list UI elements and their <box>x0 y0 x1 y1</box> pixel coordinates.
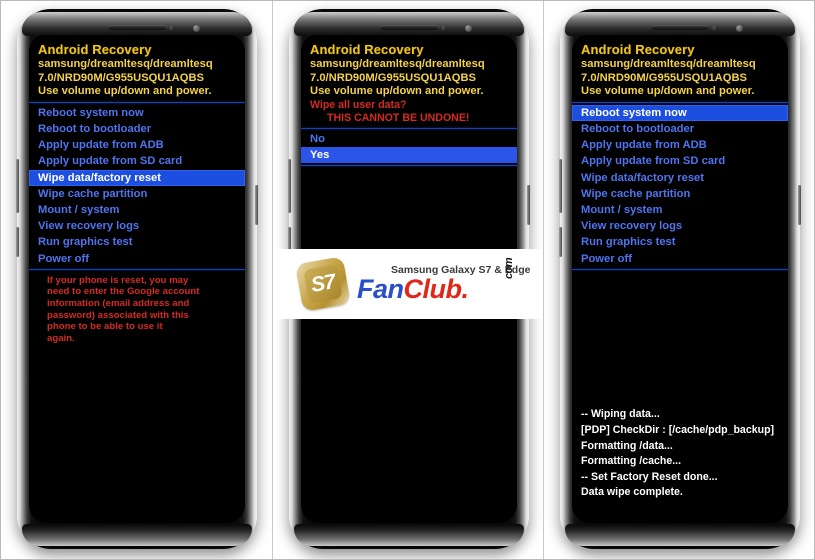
divider-top <box>29 101 245 103</box>
power-button[interactable] <box>527 185 530 225</box>
volume-button[interactable] <box>559 159 562 213</box>
menu-item-wipe-cache-partition[interactable]: Wipe cache partition <box>29 186 245 202</box>
menu-item-mount-system[interactable]: Mount / system <box>572 202 788 218</box>
warning-line: need to enter the Google account <box>47 286 200 298</box>
build-line: 7.0/NRD90M/G955USQU1AQBS <box>581 71 748 84</box>
divider-top <box>301 127 517 129</box>
instruction-line: Use volume up/down and power. <box>38 85 212 98</box>
earpiece-speaker-icon <box>651 25 709 30</box>
menu-item-reboot-system-now[interactable]: Reboot system now <box>29 105 245 121</box>
proximity-sensor-icon <box>169 25 175 31</box>
recovery-log-output: -- Wiping data... [PDP] CheckDir : [/cac… <box>572 407 788 501</box>
watermark-brand-fan: Fan <box>357 273 404 304</box>
logo-text: S7 <box>309 270 337 297</box>
menu-item-wipe-cache-partition[interactable]: Wipe cache partition <box>572 186 788 202</box>
log-line: Formatting /cache... <box>581 455 682 468</box>
divider-top <box>572 101 788 103</box>
menu-item-mount-system[interactable]: Mount / system <box>29 202 245 218</box>
phone-screen-3: Android Recovery samsung/dreamltesq/drea… <box>572 35 788 523</box>
volume-button[interactable] <box>288 159 291 213</box>
proximity-sensor-icon <box>712 25 718 31</box>
phone-screen-1: Android Recovery samsung/dreamltesq/drea… <box>29 35 245 523</box>
menu-item-power-off[interactable]: Power off <box>29 251 245 267</box>
phone-frame-3: Android Recovery samsung/dreamltesq/drea… <box>559 9 801 549</box>
menu-item-wipe-data-factory-reset[interactable]: Wipe data/factory reset <box>29 169 245 186</box>
volume-button[interactable] <box>16 159 19 213</box>
front-camera-icon <box>193 25 200 32</box>
bixby-button[interactable] <box>559 227 562 257</box>
menu-item-reboot-to-bootloader[interactable]: Reboot to bootloader <box>29 121 245 137</box>
confirm-choice-list: No Yes <box>301 131 517 164</box>
menu-item-reboot-system-now[interactable]: Reboot system now <box>572 104 788 121</box>
panel-recovery-menu: Android Recovery samsung/dreamltesq/drea… <box>1 1 272 559</box>
screenshot-root: Android Recovery samsung/dreamltesq/drea… <box>0 0 815 560</box>
choice-yes[interactable]: Yes <box>301 146 517 164</box>
warning-line: again. <box>47 332 75 344</box>
log-line: Formatting /data... <box>581 439 673 452</box>
build-line: 7.0/NRD90M/G955USQU1AQBS <box>38 71 205 84</box>
s7fanclub-logo-icon: S7 <box>295 256 355 312</box>
recovery-menu-1: Reboot system now Reboot to bootloader A… <box>29 105 245 267</box>
earpiece-speaker-icon <box>380 25 438 30</box>
log-line: -- Set Factory Reset done... <box>581 470 718 483</box>
watermark-banner: S7 Samsung Galaxy S7 & Edge FanClub. com <box>273 249 543 319</box>
menu-item-wipe-data-factory-reset[interactable]: Wipe data/factory reset <box>572 170 788 186</box>
phone-frame-1: Android Recovery samsung/dreamltesq/drea… <box>16 9 258 549</box>
wipe-question: Wipe all user data? <box>310 98 407 111</box>
recovery-title: Android Recovery <box>310 42 424 57</box>
menu-item-apply-update-from-adb[interactable]: Apply update from ADB <box>572 137 788 153</box>
recovery-menu-3: Reboot system now Reboot to bootloader A… <box>572 104 788 267</box>
front-camera-icon <box>465 25 472 32</box>
log-line: [PDP] CheckDir : [/cache/pdp_backup] <box>581 424 775 437</box>
warning-line: If your phone is reset, you may <box>47 274 189 286</box>
panel-wipe-complete: Android Recovery samsung/dreamltesq/drea… <box>543 1 814 559</box>
menu-item-view-recovery-logs[interactable]: View recovery logs <box>29 218 245 234</box>
menu-item-apply-update-from-adb[interactable]: Apply update from ADB <box>29 137 245 153</box>
menu-item-run-graphics-test[interactable]: Run graphics test <box>29 234 245 250</box>
power-button[interactable] <box>255 185 258 225</box>
watermark-brand-tld: com <box>503 257 516 279</box>
recovery-title: Android Recovery <box>38 42 152 57</box>
divider-bottom <box>572 268 788 270</box>
device-line: samsung/dreamltesq/dreamltesq <box>310 58 485 70</box>
recovery-title: Android Recovery <box>581 42 695 57</box>
device-line: samsung/dreamltesq/dreamltesq <box>38 58 213 70</box>
instruction-line: Use volume up/down and power. <box>310 85 484 98</box>
choice-no[interactable]: No <box>301 131 517 147</box>
instruction-line: Use volume up/down and power. <box>581 85 755 98</box>
divider-bottom <box>301 165 517 167</box>
warning-line: phone to be able to use it <box>47 321 163 333</box>
log-line: -- Wiping data... <box>581 408 660 421</box>
menu-item-power-off[interactable]: Power off <box>572 251 788 267</box>
menu-item-apply-update-from-sd-card[interactable]: Apply update from SD card <box>29 153 245 169</box>
google-account-warning: If your phone is reset, you may need to … <box>29 270 245 345</box>
menu-item-reboot-to-bootloader[interactable]: Reboot to bootloader <box>572 121 788 137</box>
wipe-undone-warning: THIS CANNOT BE UNDONE! <box>327 111 470 124</box>
menu-item-run-graphics-test[interactable]: Run graphics test <box>572 234 788 250</box>
log-line: Data wipe complete. <box>581 486 683 499</box>
warning-line: password) associated with this <box>47 309 189 321</box>
proximity-sensor-icon <box>441 25 447 31</box>
device-line: samsung/dreamltesq/dreamltesq <box>581 58 756 70</box>
build-line: 7.0/NRD90M/G955USQU1AQBS <box>310 71 477 84</box>
menu-item-apply-update-from-sd-card[interactable]: Apply update from SD card <box>572 153 788 169</box>
panel-confirm-wipe: Android Recovery samsung/dreamltesq/drea… <box>272 1 543 559</box>
earpiece-speaker-icon <box>108 25 166 30</box>
menu-item-view-recovery-logs[interactable]: View recovery logs <box>572 218 788 234</box>
warning-line: information (email address and <box>47 298 190 309</box>
power-button[interactable] <box>798 185 801 225</box>
front-camera-icon <box>736 25 743 32</box>
watermark-brand-club: Club. <box>403 273 470 304</box>
bixby-button[interactable] <box>16 227 19 257</box>
